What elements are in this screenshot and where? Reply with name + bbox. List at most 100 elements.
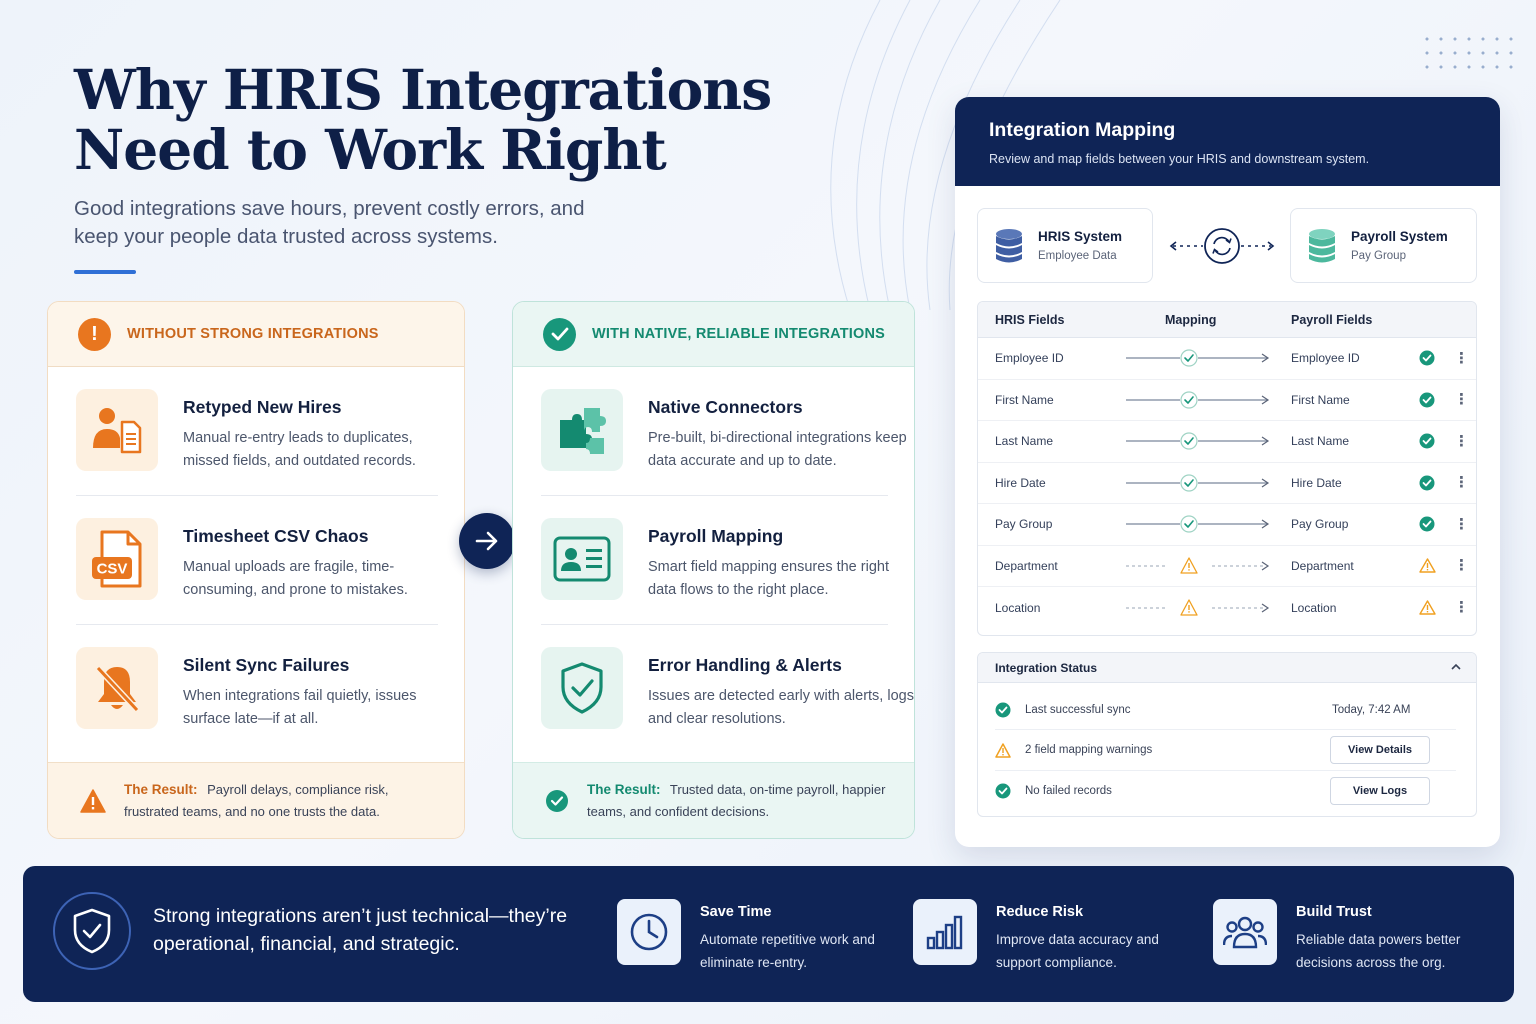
problem-title: Retyped New Hires (183, 397, 342, 417)
check-circle-icon (1418, 515, 1436, 533)
check-circle-icon (1418, 432, 1436, 450)
with-result: The Result: Trusted data, on-time payrol… (513, 762, 914, 838)
people-icon (1213, 899, 1277, 965)
status-title: Integration Status (995, 660, 1098, 675)
status-label: Last successful sync (1025, 704, 1131, 716)
hris-field: Employee ID (995, 351, 1064, 366)
problem-item-silent-failures: Silent Sync Failures When integrations f… (76, 625, 438, 754)
field-mapping-table: HRIS Fields Mapping Payroll Fields Emplo… (977, 301, 1477, 636)
warning-icon (1418, 599, 1436, 617)
check-circle-icon (1418, 349, 1436, 367)
source-system-name: HRIS System (1038, 229, 1123, 244)
result-label: The Result: (124, 781, 198, 797)
solution-item-error-handling: Error Handling & Alerts Issues are detec… (541, 625, 914, 754)
hris-field: Pay Group (995, 517, 1053, 532)
table-row[interactable]: First Name First Name ⋮ (978, 380, 1476, 421)
payroll-field: Pay Group (1291, 517, 1349, 532)
benefit-title: Build Trust (1296, 904, 1372, 920)
table-row[interactable]: Location Location ⋮ (978, 587, 1476, 629)
hris-field: Last Name (995, 434, 1054, 449)
status-label: No failed records (1025, 785, 1112, 797)
more-options-icon[interactable]: ⋮ (1454, 434, 1469, 449)
check-circle-icon (995, 783, 1011, 799)
table-row[interactable]: Department Department ⋮ (978, 546, 1476, 587)
column-header: Mapping (1165, 312, 1217, 327)
hris-field: Hire Date (995, 475, 1046, 490)
mapping-title: Integration Mapping (989, 119, 1176, 141)
more-options-icon[interactable]: ⋮ (1454, 558, 1469, 573)
problem-title: Timesheet CSV Chaos (183, 526, 369, 546)
bar-chart-icon (913, 899, 977, 965)
shield-check-icon (541, 647, 623, 729)
more-options-icon[interactable]: ⋮ (1454, 351, 1469, 366)
with-panel-header: WITH NATIVE, RELIABLE INTEGRATIONS (513, 302, 914, 367)
payroll-field: Last Name (1291, 434, 1350, 449)
puzzle-icon (541, 389, 623, 471)
sync-icon (1169, 228, 1275, 264)
hris-field: Location (995, 600, 1041, 615)
without-result: The Result: Payroll delays, compliance r… (48, 762, 464, 838)
target-system-sub: Pay Group (1351, 250, 1406, 262)
last-sync-time: Today, 7:42 AM (1332, 704, 1411, 716)
mapped-arrow-icon (1126, 390, 1271, 410)
more-options-icon[interactable]: ⋮ (1454, 517, 1469, 532)
view-details-button[interactable]: View Details (1330, 736, 1430, 764)
title-accent-bar (74, 270, 136, 274)
check-circle-icon (1418, 391, 1436, 409)
mapped-arrow-icon (1126, 348, 1271, 368)
warning-icon (995, 742, 1011, 758)
solution-description: Smart field mapping ensures the right da… (648, 559, 889, 598)
benefit-title: Reduce Risk (996, 904, 1084, 920)
column-header: Payroll Fields (1291, 312, 1373, 327)
benefit-description: Reliable data powers better decisions ac… (1296, 932, 1461, 970)
problem-description: When integrations fail quietly, issues s… (183, 688, 417, 727)
database-icon (996, 228, 1022, 262)
problem-item-csv-chaos: CSV Timesheet CSV Chaos Manual uploads a… (76, 496, 438, 625)
csv-file-icon: CSV (76, 518, 158, 600)
problem-description: Manual uploads are fragile, time-consumi… (183, 559, 408, 598)
solution-title: Native Connectors (648, 397, 803, 417)
muted-bell-icon (76, 647, 158, 729)
payroll-field: Department (1291, 558, 1354, 573)
without-integrations-panel: ! WITHOUT STRONG INTEGRATIONS Retyped Ne… (47, 301, 465, 839)
with-panel-heading: WITH NATIVE, RELIABLE INTEGRATIONS (592, 326, 886, 342)
integration-status-panel: Integration Status Last successful sync … (977, 652, 1477, 817)
table-row[interactable]: Hire Date Hire Date ⋮ (978, 463, 1476, 504)
table-row[interactable]: Pay Group Pay Group ⋮ (978, 504, 1476, 546)
more-options-icon[interactable]: ⋮ (1454, 475, 1469, 490)
view-logs-button[interactable]: View Logs (1330, 777, 1430, 805)
table-row[interactable]: Employee ID Employee ID ⋮ (978, 338, 1476, 380)
warning-icon (1418, 557, 1436, 575)
without-panel-heading: WITHOUT STRONG INTEGRATIONS (127, 326, 379, 342)
source-system-sub: Employee Data (1038, 250, 1117, 262)
banner-tagline: Strong integrations aren’t just technica… (153, 905, 568, 955)
solution-item-payroll-mapping: Payroll Mapping Smart field mapping ensu… (541, 496, 889, 625)
with-integrations-panel: WITH NATIVE, RELIABLE INTEGRATIONS Nativ… (512, 301, 915, 839)
warning-icon (80, 788, 106, 813)
check-circle-icon (546, 789, 568, 812)
benefit-description: Improve data accuracy and support compli… (996, 932, 1159, 970)
result-label: The Result: (587, 781, 661, 797)
solution-title: Payroll Mapping (648, 526, 784, 546)
payroll-field: Location (1291, 600, 1337, 615)
database-icon (1309, 228, 1335, 262)
shield-check-icon (53, 892, 131, 970)
check-circle-icon (543, 317, 576, 351)
more-options-icon[interactable]: ⋮ (1454, 600, 1469, 615)
warning-arrow-icon (1126, 598, 1271, 618)
hris-field: First Name (995, 392, 1054, 407)
chevron-up-icon[interactable] (1450, 661, 1462, 673)
bottom-banner: Strong integrations aren’t just technica… (23, 866, 1514, 1002)
target-system-box[interactable]: Payroll System Pay Group (1290, 208, 1477, 283)
more-options-icon[interactable]: ⋮ (1454, 392, 1469, 407)
person-document-icon (76, 389, 158, 471)
mapped-arrow-icon (1126, 514, 1271, 534)
source-system-box[interactable]: HRIS System Employee Data (977, 208, 1153, 283)
status-header[interactable]: Integration Status (978, 653, 1476, 683)
mapped-arrow-icon (1126, 431, 1271, 451)
table-row[interactable]: Last Name Last Name ⋮ (978, 421, 1476, 463)
status-label: 2 field mapping warnings (1025, 744, 1153, 756)
check-circle-icon (995, 702, 1011, 718)
problem-title: Silent Sync Failures (183, 655, 350, 675)
solution-description: Issues are detected early with alerts, l… (648, 688, 915, 727)
